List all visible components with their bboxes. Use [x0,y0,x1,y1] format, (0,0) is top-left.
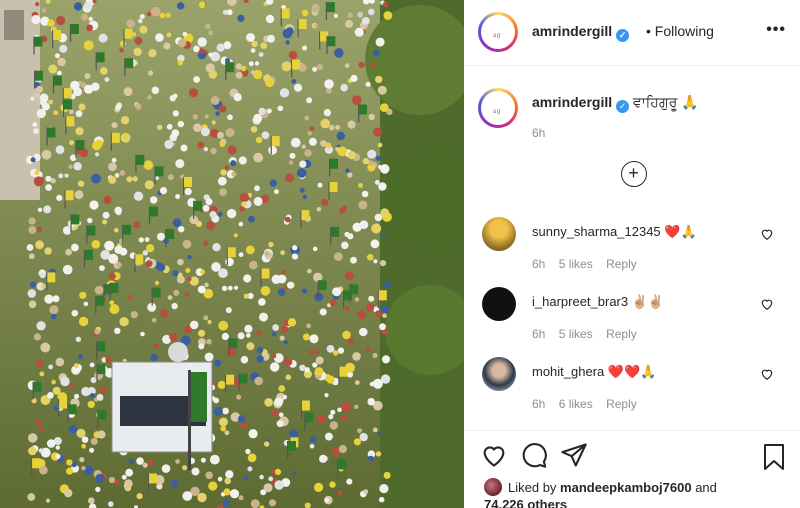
bookmark-icon[interactable] [762,443,786,471]
post-header: ag amrindergill ✓ • Following ••• [464,0,800,66]
liked-by-summary: Liked by mandeepkamboj7600 and 74,226 ot… [484,478,717,508]
comment-icon[interactable] [520,441,548,469]
reply-button[interactable]: Reply [606,327,637,341]
post-caption: ag amrindergill ✓ ਵਾਹਿਗੁਰੂ 🙏 6h [464,76,800,156]
comment-avatar[interactable] [482,357,516,391]
post-sidebar: ag amrindergill ✓ • Following ••• ag amri… [464,0,800,508]
caption-body: ਵਾਹਿਗੁਰੂ 🙏 [633,94,699,110]
comment-username[interactable]: sunny_sharma_12345 [532,224,661,239]
comment-text: ✌🏼✌🏼 [631,294,665,309]
post-photo[interactable] [0,0,464,508]
comment-item: sunny_sharma_12345 ❤️🙏 6h 5 likes Reply [464,217,800,277]
caption-username[interactable]: amrindergill [532,94,612,110]
liker-avatar[interactable] [484,478,502,496]
like-comment-heart-icon[interactable] [760,227,774,241]
plus-circle-icon: + [628,163,639,183]
comment-likes[interactable]: 5 likes [559,257,593,271]
caption-time[interactable]: 6h [532,126,545,140]
comment-time[interactable]: 6h [532,257,545,271]
verified-badge-icon: ✓ [616,100,630,113]
comment-avatar[interactable] [482,217,516,251]
post-actions-footer: Liked by mandeepkamboj7600 and 74,226 ot… [464,430,800,508]
author-username[interactable]: amrindergill ✓ [532,23,630,42]
follow-status[interactable]: • Following [646,23,714,39]
comment-avatar[interactable] [482,287,516,321]
others-count[interactable]: 74,226 others [484,497,567,508]
like-comment-heart-icon[interactable] [760,297,774,311]
comment-item: i_harpreet_brar3 ✌🏼✌🏼 6h 5 likes Reply [464,287,800,347]
comment-item: mohit_ghera ❤️❤️🙏 6h 6 likes Reply [464,357,800,417]
more-options-icon[interactable]: ••• [766,21,786,39]
comment-username[interactable]: i_harpreet_brar3 [532,294,628,309]
reply-button[interactable]: Reply [606,257,637,271]
comment-time[interactable]: 6h [532,327,545,341]
like-comment-heart-icon[interactable] [760,367,774,381]
comment-text: ❤️🙏 [664,224,697,239]
caption-avatar[interactable]: ag [478,88,518,128]
comment-likes[interactable]: 6 likes [559,397,593,411]
author-avatar[interactable]: ag [478,12,518,52]
comment-time[interactable]: 6h [532,397,545,411]
caption-text: amrindergill ✓ ਵਾਹਿਗੁਰੂ 🙏 [532,94,699,113]
share-icon[interactable] [560,441,588,469]
liker-username[interactable]: mandeepkamboj7600 [560,480,692,495]
comment-likes[interactable]: 5 likes [559,327,593,341]
comment-username[interactable]: mohit_ghera [532,364,604,379]
verified-badge-icon: ✓ [616,29,630,42]
crowd-protest-image [0,0,464,508]
reply-button[interactable]: Reply [606,397,637,411]
load-more-comments-button[interactable]: + [621,161,647,187]
heart-icon[interactable] [480,441,508,469]
comment-text: ❤️❤️🙏 [607,364,657,379]
